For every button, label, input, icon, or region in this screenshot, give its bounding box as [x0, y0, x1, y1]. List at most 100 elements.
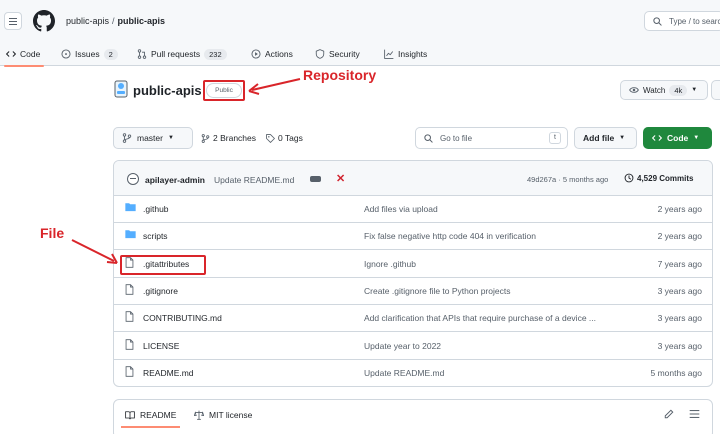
- annotation-repository-label: Repository: [303, 67, 377, 83]
- list-icon[interactable]: [689, 409, 700, 419]
- branch-select[interactable]: master ▼: [113, 127, 193, 149]
- file-commit-date: 3 years ago: [657, 340, 702, 351]
- add-file-button[interactable]: Add file ▼: [574, 127, 637, 149]
- commit-message[interactable]: Update README.md: [214, 175, 294, 185]
- file-row: scripts Fix false negative http code 404 …: [114, 223, 712, 251]
- history-icon: [624, 173, 634, 183]
- expand-commit-button[interactable]: [310, 176, 321, 182]
- file-icon: [125, 338, 134, 350]
- file-commit-date: 3 years ago: [657, 313, 702, 324]
- tab-actions[interactable]: Actions: [251, 42, 293, 66]
- tab-label: Actions: [265, 49, 293, 59]
- tab-insights[interactable]: Insights: [384, 42, 427, 66]
- readme-box: README MIT license: [113, 399, 713, 434]
- commit-history-link[interactable]: 4,529 Commits: [624, 173, 693, 183]
- tab-label: Security: [329, 49, 360, 59]
- search-icon: [424, 134, 433, 143]
- chevron-down-icon: ▼: [693, 135, 700, 141]
- pull-request-icon: [137, 49, 147, 59]
- tab-issues[interactable]: Issues 2: [61, 42, 118, 66]
- branch-icon: [122, 133, 132, 143]
- menu-icon: [9, 17, 17, 19]
- watch-count: 4k: [669, 84, 688, 96]
- commit-author[interactable]: apilayer-admin: [145, 175, 205, 185]
- file-row: README.md Update README.md 5 months ago: [114, 360, 712, 386]
- watch-label: Watch: [643, 85, 666, 95]
- tab-readme[interactable]: README: [120, 410, 181, 428]
- file-name[interactable]: LICENSE: [143, 341, 179, 351]
- check-failed-icon[interactable]: ✕: [336, 172, 345, 185]
- breadcrumb-repo[interactable]: public-apis: [118, 16, 166, 26]
- file-icon: [125, 311, 134, 322]
- file-name[interactable]: .github: [143, 204, 169, 214]
- chevron-down-icon: ▼: [691, 87, 698, 93]
- eye-icon: [629, 87, 639, 93]
- file-commit-date: 2 years ago: [657, 231, 702, 242]
- menu-button[interactable]: [4, 12, 22, 30]
- file-arrow-icon: [71, 239, 118, 264]
- actions-icon: [251, 49, 261, 59]
- file-name[interactable]: .gitignore: [143, 286, 178, 296]
- repo-title[interactable]: public-apis: [133, 83, 202, 98]
- repo-avatar-icon: [114, 80, 128, 98]
- search-placeholder: Type / to search: [669, 17, 720, 26]
- code-button[interactable]: Code ▼: [643, 127, 712, 149]
- commit-hash-time[interactable]: 49d267a · 5 months ago: [527, 175, 608, 184]
- file-commit-date: 7 years ago: [657, 258, 702, 269]
- tab-label: Pull requests: [151, 49, 201, 59]
- law-icon: [194, 410, 204, 420]
- go-to-file-placeholder: Go to file: [440, 134, 473, 143]
- file-commit-message[interactable]: Fix false negative http code 404 in veri…: [364, 231, 620, 241]
- tab-license[interactable]: MIT license: [194, 410, 252, 420]
- file-commit-date: 3 years ago: [657, 285, 702, 296]
- tags-label: 0 Tags: [278, 133, 303, 143]
- tab-security[interactable]: Security: [315, 42, 360, 66]
- file-icon: [125, 284, 134, 295]
- github-logo-icon[interactable]: [33, 10, 55, 32]
- shield-icon: [315, 49, 325, 59]
- branches-label: 2 Branches: [213, 133, 256, 143]
- watch-button[interactable]: Watch 4k ▼: [620, 80, 708, 100]
- book-icon: [125, 410, 135, 419]
- avatar[interactable]: [127, 173, 139, 185]
- file-name[interactable]: CONTRIBUTING.md: [143, 313, 222, 323]
- tab-code[interactable]: Code: [3, 42, 45, 67]
- file-name[interactable]: scripts: [143, 231, 168, 241]
- go-to-file-input[interactable]: Go to file t: [415, 127, 568, 149]
- file-highlight-box: [120, 255, 206, 275]
- tab-pull-requests[interactable]: Pull requests 232: [137, 42, 227, 66]
- folder-icon: [125, 203, 136, 212]
- file-commit-date: 5 months ago: [650, 367, 702, 378]
- issues-count: 2: [103, 48, 118, 60]
- file-commit-message[interactable]: Update README.md: [364, 368, 620, 378]
- tags-link[interactable]: 0 Tags: [266, 133, 303, 143]
- file-commit-message[interactable]: Add files via upload: [364, 204, 620, 214]
- branches-link[interactable]: 2 Branches: [201, 133, 256, 143]
- file-commit-date: 2 years ago: [657, 204, 702, 214]
- code-icon: [652, 135, 662, 141]
- add-file-label: Add file: [583, 133, 615, 143]
- chevron-down-icon: ▼: [167, 135, 174, 141]
- repository-highlight-box: [203, 80, 245, 101]
- commit-count-label: 4,529 Commits: [637, 173, 694, 183]
- file-commit-message[interactable]: Ignore .github: [364, 259, 620, 269]
- readme-tab-label: README: [140, 410, 177, 420]
- folder-icon: [125, 230, 136, 239]
- fork-button[interactable]: [711, 80, 720, 100]
- file-commit-message[interactable]: Update year to 2022: [364, 341, 620, 351]
- tag-icon: [266, 133, 275, 143]
- file-row: CONTRIBUTING.md Add clarification that AP…: [114, 305, 712, 333]
- chevron-down-icon: ▼: [619, 135, 626, 141]
- file-row: .gitignore Create .gitignore file to Pyth…: [114, 278, 712, 305]
- tab-label: Issues: [75, 49, 100, 59]
- pull-requests-count: 232: [204, 48, 227, 60]
- pencil-icon[interactable]: [664, 409, 674, 419]
- file-row: LICENSE Update year to 2022 3 years ago: [114, 333, 712, 360]
- global-search-input[interactable]: Type / to search: [644, 11, 720, 31]
- breadcrumb-owner[interactable]: public-apis: [66, 16, 109, 26]
- file-name[interactable]: README.md: [143, 368, 194, 378]
- file-commit-message[interactable]: Add clarification that APIs that require…: [364, 313, 620, 323]
- license-tab-label: MIT license: [209, 410, 253, 420]
- latest-commit-row: apilayer-admin Update README.md ✕ 49d267…: [114, 161, 712, 196]
- file-commit-message[interactable]: Create .gitignore file to Python project…: [364, 286, 620, 296]
